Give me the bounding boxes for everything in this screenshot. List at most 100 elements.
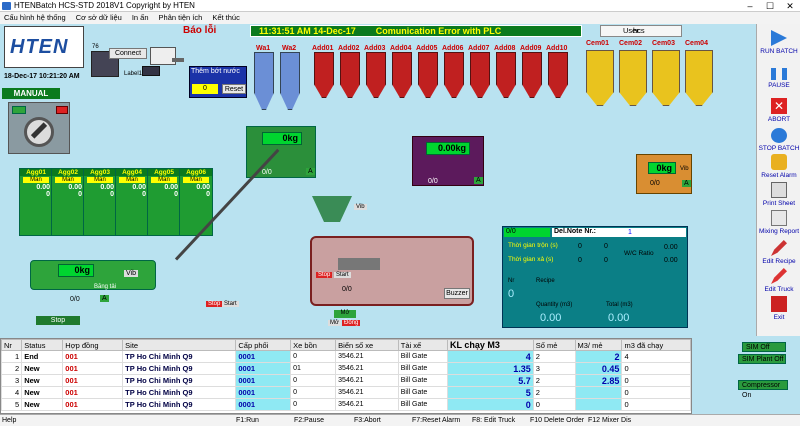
water-reset-button[interactable]: Reset: [222, 84, 246, 94]
aggregate-value-1: 0.00: [164, 184, 178, 191]
mixing-report-button[interactable]: Mixing Report: [757, 208, 800, 238]
abort-button[interactable]: ✕ ABORT: [757, 96, 800, 124]
alarm-title: Báo lỗi: [183, 25, 217, 36]
grid-column-header[interactable]: Nr: [0, 339, 23, 351]
menu-utilities[interactable]: Phân tiện ích: [159, 12, 203, 24]
report-icon: [771, 210, 787, 226]
table-cell: 0001: [235, 362, 292, 375]
aggregate-mode-toggle[interactable]: Man: [119, 177, 145, 183]
aggregate-mode-toggle[interactable]: Man: [23, 177, 49, 183]
aggregate-mode-toggle[interactable]: Man: [87, 177, 113, 183]
table-cell: 0001: [235, 374, 292, 387]
table-cell: [574, 398, 623, 411]
water-scale-ratio: 0/0: [262, 169, 272, 176]
maximize-icon[interactable]: ☐: [760, 0, 780, 12]
additive-scale-ratio: 0/0: [428, 178, 438, 185]
table-row[interactable]: 4 New 001 TP Ho Chi Minh Q9 0001 0 3546.21 Bill…: [0, 386, 691, 399]
order-grid: Nr Status Hợp đồng Site Cấp phối Xe bồn Biển s…: [0, 338, 692, 414]
mix-time-b: 0: [604, 243, 608, 250]
keyboard-icon: [142, 66, 160, 76]
water-adjust-value[interactable]: 0: [192, 84, 218, 94]
additive-silo-label: Add01: [312, 45, 334, 52]
grid-column-header[interactable]: Biển số xe: [335, 339, 399, 351]
discharge-time-a: 0: [578, 257, 582, 264]
grid-column-header[interactable]: KL chạy M3: [446, 339, 534, 351]
close-icon[interactable]: ✕: [780, 0, 800, 12]
minimize-icon[interactable]: –: [740, 0, 760, 12]
edit-recipe-button[interactable]: Edit Recipe: [757, 238, 800, 266]
aggregate-mode-toggle[interactable]: Man: [183, 177, 209, 183]
aggregate-value-1: 0.00: [36, 184, 50, 191]
table-cell: 001: [62, 374, 124, 387]
mixer-start-button[interactable]: Start: [334, 272, 351, 278]
menu-system-config[interactable]: Cấu hình hệ thống: [4, 12, 66, 24]
table-row[interactable]: 1 End 001 TP Ho Chi Minh Q9 0001 0 3546.21 Bill…: [0, 350, 691, 363]
edit-truck-button[interactable]: Edit Truck: [757, 266, 800, 294]
grid-column-header[interactable]: M3/ mẻ: [574, 339, 623, 351]
grid-column-header[interactable]: Site: [122, 339, 237, 351]
table-cell: 2: [532, 386, 576, 399]
quantity-label: Quantity (m3): [536, 302, 573, 308]
table-cell: 01: [290, 362, 337, 375]
table-cell: 3546.21: [335, 350, 399, 363]
mixer-close-button[interactable]: Đóng: [342, 320, 361, 326]
additive-silo-label: Add04: [390, 45, 412, 52]
table-cell: Bill Gate: [397, 386, 448, 399]
mixer-stop-button[interactable]: Stop: [316, 272, 333, 278]
cement-silo-label: Cem02: [619, 40, 642, 47]
mixer-open-button[interactable]: Mở: [328, 320, 341, 326]
grid-column-header[interactable]: Status: [21, 339, 64, 351]
table-row[interactable]: 3 New 001 TP Ho Chi Minh Q9 0001 0 3546.21 Bill…: [0, 374, 691, 387]
cement-scale-vib: Vib: [680, 166, 689, 172]
reset-alarm-button[interactable]: Reset Alarm: [757, 152, 800, 180]
table-cell: TP Ho Chi Minh Q9: [122, 350, 237, 363]
grid-column-header[interactable]: Xe bồn: [290, 339, 337, 351]
on-indicator[interactable]: [12, 106, 26, 114]
menu-print[interactable]: In ấn: [132, 12, 149, 24]
play-icon: [771, 30, 787, 46]
pause-button[interactable]: PAUSE: [757, 66, 800, 96]
grid-column-header[interactable]: m3 đã chạy: [621, 339, 691, 351]
run-batch-button[interactable]: RUN BATCH: [757, 24, 800, 66]
logo: HTEN: [10, 36, 69, 58]
truck-edit-icon: [771, 268, 787, 284]
table-cell: TP Ho Chi Minh Q9: [122, 398, 237, 411]
water-silo-label-1: Wa1: [256, 45, 271, 52]
print-sheet-button[interactable]: Print Sheet: [757, 180, 800, 208]
additive-scale-lcd: 0.00kg: [426, 142, 470, 155]
status-f3: F3:Abort: [354, 417, 381, 424]
menu-exit[interactable]: Kết thúc: [212, 12, 240, 24]
table-row[interactable]: 5 New 001 TP Ho Chi Minh Q9 0001 0 3546.21 Bill…: [0, 398, 691, 411]
conveyor-stop-button[interactable]: Stop: [206, 301, 223, 307]
grid-column-header[interactable]: Số mẻ: [532, 339, 576, 351]
aggregate-bin: Agg05 Man 0.00 0: [147, 168, 181, 236]
connect-button[interactable]: Connect: [109, 48, 147, 59]
pencil-icon: [771, 240, 787, 256]
aggregate-mode-toggle[interactable]: Man: [55, 177, 81, 183]
recipe-label: Recipe: [536, 278, 555, 284]
table-cell: New: [21, 386, 64, 399]
status-f10: F10 Delete Order: [530, 417, 585, 424]
table-cell: 3546.21: [335, 386, 399, 399]
network-label: Label1: [124, 71, 143, 77]
grid-column-header[interactable]: Hợp đồng: [62, 339, 124, 351]
aggregate-vib: Vib: [124, 270, 138, 277]
conveyor-start-button[interactable]: Start: [222, 301, 239, 307]
quantity-value: 0.00: [540, 312, 562, 324]
nr-value: 0: [508, 288, 515, 300]
exit-button[interactable]: Exit: [757, 294, 800, 322]
aggregate-mode-toggle[interactable]: Man: [151, 177, 177, 183]
table-cell: 4: [621, 350, 691, 363]
stop-batch-button[interactable]: STOP BATCH: [757, 124, 800, 152]
off-indicator[interactable]: [56, 106, 68, 114]
aggregate-bin-name: Agg04: [116, 169, 148, 176]
menu-database[interactable]: Cơ sở dữ liệu: [76, 12, 122, 24]
mode-indicator: MANUAL: [2, 88, 60, 99]
grid-column-header[interactable]: Tài xế: [397, 339, 448, 351]
table-cell: 1: [0, 350, 23, 363]
grid-column-header[interactable]: Cấp phối: [235, 339, 292, 351]
table-row[interactable]: 2 New 001 TP Ho Chi Minh Q9 0001 01 3546.21 Bil…: [0, 362, 691, 375]
table-cell: 4: [446, 350, 534, 363]
buzzer-button[interactable]: Buzzer: [444, 288, 470, 299]
aggregate-stop-button[interactable]: Stop: [36, 316, 80, 325]
